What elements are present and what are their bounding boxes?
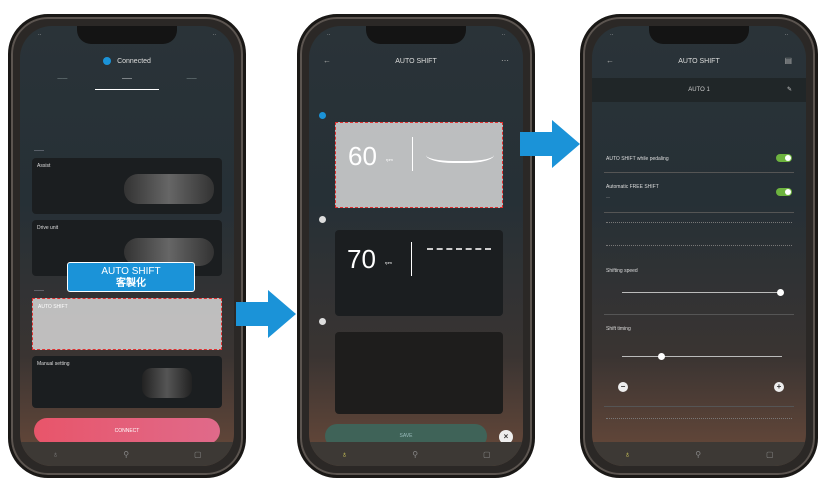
drive-unit-image bbox=[124, 174, 214, 204]
profile-3-marker bbox=[319, 318, 326, 325]
phone-middle: ·· ·· ← AUTO SHIFT ⋯ 60 rpm 70 rpm SAVE ×… bbox=[297, 14, 535, 478]
card-manual-setting[interactable]: Manual setting bbox=[32, 356, 222, 408]
profile-header: AUTO 1 ✎ bbox=[592, 78, 806, 102]
bottom-nav: ♁ ⚲ ▢ bbox=[309, 442, 523, 466]
bulb-icon[interactable]: ♁ bbox=[52, 450, 58, 459]
document-icon[interactable]: ▢ bbox=[194, 450, 202, 459]
section-label: —— bbox=[34, 148, 44, 154]
profile-2-marker bbox=[319, 216, 326, 223]
divider bbox=[604, 406, 794, 407]
bike-icon[interactable]: ⚲ bbox=[123, 450, 129, 459]
minus-icon[interactable]: − bbox=[618, 382, 628, 392]
profile-1-divider bbox=[412, 137, 413, 171]
tab-3[interactable]: —— bbox=[159, 76, 224, 90]
bike-icon[interactable]: ⚲ bbox=[695, 450, 701, 459]
tab-1[interactable]: —— bbox=[30, 76, 95, 90]
tab-2[interactable]: —— bbox=[94, 76, 160, 90]
phone-left-screen: ·· ·· Connected —— —— —— —— Assist Drive … bbox=[20, 26, 234, 466]
arrow-right-icon bbox=[520, 120, 580, 168]
plus-icon[interactable]: + bbox=[774, 382, 784, 392]
free-shift-toggle[interactable] bbox=[776, 188, 792, 196]
profile-1-cadence: 60 bbox=[348, 141, 377, 171]
notch bbox=[77, 26, 177, 44]
edit-icon[interactable]: ✎ bbox=[787, 78, 792, 102]
description-text bbox=[606, 222, 792, 246]
profile-title: AUTO 1 bbox=[688, 87, 710, 93]
shift-timing-label: Shift timing bbox=[606, 326, 631, 332]
menu-icon[interactable]: ▤ bbox=[784, 56, 792, 65]
bulb-icon[interactable]: ♁ bbox=[341, 450, 347, 459]
bike-image bbox=[142, 368, 192, 398]
card-assist-label: Assist bbox=[37, 163, 51, 169]
auto-shift-pedaling-toggle[interactable] bbox=[776, 154, 792, 162]
phone-left: ·· ·· Connected —— —— —— —— Assist Drive … bbox=[8, 14, 246, 478]
card-auto-shift-label: AUTO SHIFT bbox=[38, 304, 68, 310]
notch bbox=[366, 26, 466, 44]
footer-text bbox=[606, 418, 792, 440]
notch bbox=[649, 26, 749, 44]
document-icon[interactable]: ▢ bbox=[483, 450, 491, 459]
profile-1-unit: rpm bbox=[386, 157, 393, 162]
profile-2-cadence: 70 bbox=[347, 244, 376, 274]
profile-1-card[interactable]: 60 rpm bbox=[335, 122, 503, 208]
callout-line1: AUTO SHIFT bbox=[101, 266, 161, 277]
profile-3-card[interactable] bbox=[335, 332, 503, 414]
app-bar: ← AUTO SHIFT ⋯ bbox=[309, 48, 523, 74]
back-arrow-icon[interactable]: ← bbox=[323, 56, 331, 65]
free-shift-label: Automatic FREE SHIFT bbox=[606, 184, 659, 190]
bluetooth-icon bbox=[103, 57, 112, 65]
app-bar: ← AUTO SHIFT ▤ bbox=[592, 48, 806, 74]
document-icon[interactable]: ▢ bbox=[766, 450, 774, 459]
card-auto-shift-highlight[interactable]: AUTO SHIFT bbox=[32, 298, 222, 350]
bike-icon[interactable]: ⚲ bbox=[412, 450, 418, 459]
connect-button[interactable]: CONNECT bbox=[34, 418, 220, 444]
app-bar: Connected bbox=[20, 48, 234, 74]
profile-2-card[interactable]: 70 rpm bbox=[335, 230, 503, 316]
divider bbox=[604, 172, 794, 173]
shifting-speed-label: Shifting speed bbox=[606, 268, 638, 274]
profile-2-unit: rpm bbox=[385, 260, 392, 265]
arrow-right-icon bbox=[236, 290, 296, 338]
card-drive-unit-label: Drive unit bbox=[37, 225, 59, 231]
tab-bar: —— —— —— bbox=[30, 76, 224, 90]
free-shift-sub: — bbox=[606, 194, 610, 199]
terrain-icon bbox=[427, 248, 491, 264]
back-arrow-icon[interactable]: ← bbox=[606, 56, 614, 65]
phone-right: ·· ·· ← AUTO SHIFT ▤ AUTO 1 ✎ AUTO SHIFT … bbox=[580, 14, 818, 478]
section-label: —— bbox=[34, 288, 44, 294]
bottom-nav: ♁ ⚲ ▢ bbox=[20, 442, 234, 466]
more-icon[interactable]: ⋯ bbox=[501, 56, 509, 65]
divider bbox=[604, 314, 794, 315]
divider bbox=[604, 212, 794, 213]
auto-shift-callout: AUTO SHIFT 客製化 bbox=[67, 262, 195, 292]
save-button-label: SAVE bbox=[399, 433, 413, 439]
card-assist[interactable]: Assist bbox=[32, 158, 222, 214]
profile-2-divider bbox=[411, 242, 412, 276]
card-manual-setting-label: Manual setting bbox=[37, 361, 70, 367]
auto-shift-pedaling-label: AUTO SHIFT while pedaling bbox=[606, 156, 669, 162]
phone-right-screen: ·· ·· ← AUTO SHIFT ▤ AUTO 1 ✎ AUTO SHIFT … bbox=[592, 26, 806, 466]
graph-icon bbox=[426, 143, 494, 163]
app-title: AUTO SHIFT bbox=[395, 57, 437, 65]
app-title: AUTO SHIFT bbox=[678, 57, 720, 65]
bottom-nav: ♁ ⚲ ▢ bbox=[592, 442, 806, 466]
profile-1-marker bbox=[319, 112, 326, 119]
connect-button-label: CONNECT bbox=[114, 428, 140, 434]
app-title: Connected bbox=[117, 57, 151, 65]
bulb-icon[interactable]: ♁ bbox=[624, 450, 630, 459]
phone-middle-screen: ·· ·· ← AUTO SHIFT ⋯ 60 rpm 70 rpm SAVE ×… bbox=[309, 26, 523, 466]
callout-line2: 客製化 bbox=[116, 278, 146, 289]
